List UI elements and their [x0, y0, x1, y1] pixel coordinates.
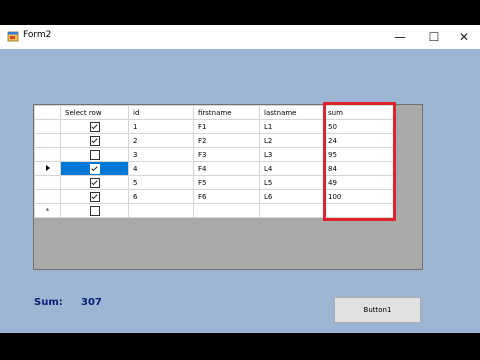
select-row-cell[interactable]: [60, 203, 129, 218]
minimize-button[interactable]: —: [384, 25, 416, 49]
row-header[interactable]: [34, 147, 61, 162]
app-icon: [7, 31, 19, 42]
table-row[interactable]: 3 F3 L3 95: [34, 147, 394, 162]
empty-cell[interactable]: [259, 203, 324, 218]
select-row-cell[interactable]: [60, 161, 129, 176]
title-bar[interactable]: Form2 — ☐ ✕: [0, 25, 480, 49]
empty-cell[interactable]: [128, 203, 194, 218]
column-header-lastname[interactable]: lastname: [259, 105, 324, 120]
sum-label: Sum:: [34, 297, 63, 308]
empty-cell[interactable]: [323, 203, 394, 218]
lastname-cell[interactable]: L3: [259, 147, 324, 162]
select-row-cell[interactable]: [60, 147, 129, 162]
checkbox-unchecked[interactable]: [89, 205, 100, 216]
firstname-cell[interactable]: F6: [193, 189, 260, 204]
close-icon: ✕: [458, 30, 470, 44]
row-header[interactable]: [34, 119, 61, 134]
firstname-cell[interactable]: F4: [193, 161, 260, 176]
row-header[interactable]: [34, 189, 61, 204]
new-row-marker: *: [34, 203, 61, 218]
minimize-icon: —: [394, 30, 406, 44]
checkbox-unchecked[interactable]: [89, 149, 100, 160]
lastname-cell[interactable]: L2: [259, 133, 324, 148]
close-button[interactable]: ✕: [448, 25, 480, 49]
header-row: Select row id firstname lastname sum: [34, 105, 394, 120]
grid-table: Select row id firstname lastname sum 1 F1…: [34, 105, 394, 218]
lastname-cell[interactable]: L5: [259, 175, 324, 190]
table-row[interactable]: 6 F6 L6 100: [34, 189, 394, 204]
sum-cell[interactable]: 95: [323, 147, 394, 162]
row-header[interactable]: [34, 175, 61, 190]
id-cell[interactable]: 3: [128, 147, 194, 162]
row-header-corner[interactable]: [34, 105, 61, 120]
sum-cell[interactable]: 24: [323, 133, 394, 148]
select-row-cell[interactable]: [60, 189, 129, 204]
sum-value: 307: [81, 297, 102, 308]
id-cell[interactable]: 1: [128, 119, 194, 134]
row-header[interactable]: [34, 161, 61, 176]
checkbox-checked[interactable]: [89, 191, 100, 202]
empty-cell[interactable]: [193, 203, 260, 218]
column-header-firstname[interactable]: firstname: [193, 105, 260, 120]
select-row-cell[interactable]: [60, 175, 129, 190]
checkbox-checked[interactable]: [89, 135, 100, 146]
id-cell[interactable]: 4: [128, 161, 194, 176]
select-row-cell[interactable]: [60, 119, 129, 134]
button1[interactable]: Button1: [334, 297, 421, 323]
data-grid[interactable]: Select row id firstname lastname sum 1 F1…: [33, 104, 423, 270]
lastname-cell[interactable]: L6: [259, 189, 324, 204]
row-header[interactable]: [34, 133, 61, 148]
checkbox-checked[interactable]: [89, 163, 100, 174]
column-header-sum[interactable]: sum: [323, 105, 394, 120]
firstname-cell[interactable]: F5: [193, 175, 260, 190]
table-row[interactable]: 2 F2 L2 24: [34, 133, 394, 148]
table-row[interactable]: 1 F1 L1 50: [34, 119, 394, 134]
new-row[interactable]: *: [34, 203, 394, 218]
maximize-button[interactable]: ☐: [418, 25, 450, 49]
firstname-cell[interactable]: F2: [193, 133, 260, 148]
id-cell[interactable]: 2: [128, 133, 194, 148]
firstname-cell[interactable]: F1: [193, 119, 260, 134]
column-header-select-row[interactable]: Select row: [60, 105, 129, 120]
firstname-cell[interactable]: F3: [193, 147, 260, 162]
checkbox-checked[interactable]: [89, 121, 100, 132]
id-cell[interactable]: 6: [128, 189, 194, 204]
id-cell[interactable]: 5: [128, 175, 194, 190]
lastname-cell[interactable]: L1: [259, 119, 324, 134]
sum-cell[interactable]: 100: [323, 189, 394, 204]
select-row-cell[interactable]: [60, 133, 129, 148]
lastname-cell[interactable]: L4: [259, 161, 324, 176]
checkbox-checked[interactable]: [89, 177, 100, 188]
sum-cell[interactable]: 50: [323, 119, 394, 134]
window-title: Form2: [23, 30, 52, 40]
table-row[interactable]: 5 F5 L5 49: [34, 175, 394, 190]
column-header-id[interactable]: id: [128, 105, 194, 120]
sum-cell[interactable]: 84: [323, 161, 394, 176]
sum-cell[interactable]: 49: [323, 175, 394, 190]
table-row[interactable]: 4 F4 L4 84: [34, 161, 394, 176]
current-row-arrow-icon: [45, 164, 50, 171]
maximize-icon: ☐: [428, 30, 440, 44]
